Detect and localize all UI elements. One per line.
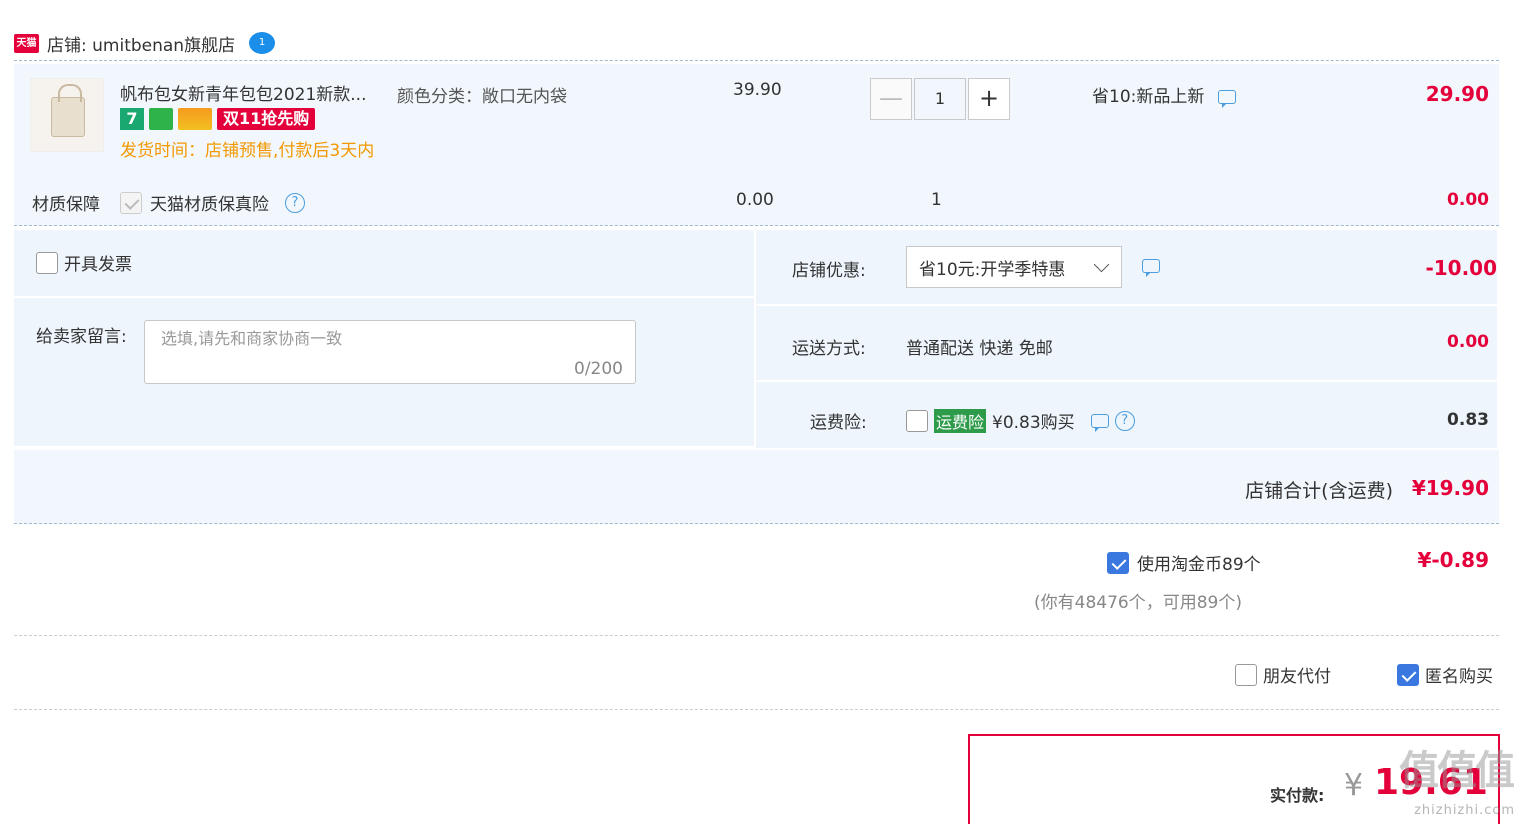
pay-currency: ¥ xyxy=(1344,768,1364,803)
divider xyxy=(14,709,1499,710)
shipping-label: 运送方式: xyxy=(792,339,866,359)
shipping-amount: 0.00 xyxy=(1447,332,1489,352)
divider xyxy=(14,60,1499,61)
product-badges: 7 双11抢先购 xyxy=(120,108,316,130)
insurance-price: 0.00 xyxy=(736,190,774,210)
freight-insurance-section: 运费险: 运费险 ¥0.83购买 ? 0.83 xyxy=(756,382,1497,448)
discount-comment xyxy=(1142,256,1160,277)
insurance-label: 材质保障 xyxy=(32,195,100,215)
divider xyxy=(14,635,1499,636)
freight-insurance-option: 运费险 ¥0.83购买 ? xyxy=(906,408,1135,433)
anonymous-option: 匿名购买 xyxy=(1397,662,1493,687)
discount-selected-value: 省10元:开学季特惠 xyxy=(919,259,1066,280)
qty-plus-button[interactable]: + xyxy=(968,78,1010,120)
invoice-section: 开具发票 xyxy=(14,230,754,296)
insurance-option: 天猫材质保真险 ? xyxy=(120,190,305,215)
coins-amount: ¥-0.89 xyxy=(1417,548,1489,572)
shop-header: 天猫 店铺: umitbenan旗舰店 1 xyxy=(14,26,276,60)
pay-label: 实付款: xyxy=(1270,786,1325,805)
freight-insurance-label: 运费险: xyxy=(810,413,867,433)
shop-total-amount: ¥19.90 xyxy=(1411,476,1489,500)
qty-input[interactable]: 1 xyxy=(914,78,966,120)
anonymous-label: 匿名购买 xyxy=(1425,667,1493,687)
quantity-stepper: — 1 + xyxy=(870,78,1010,120)
message-counter: 0/200 xyxy=(574,359,623,379)
shipping-value: 普通配送 快递 免邮 xyxy=(906,339,1053,359)
credit-card-badge-icon xyxy=(178,108,212,130)
discount-select[interactable]: 省10元:开学季特惠 xyxy=(906,246,1122,288)
anonymous-checkbox[interactable] xyxy=(1397,663,1419,686)
discount-label: 店铺优惠: xyxy=(792,261,866,281)
tmall-logo: 天猫 xyxy=(14,33,39,53)
friend-pay-option: 朋友代付 xyxy=(1235,662,1331,687)
watermark-logo: 值值值 xyxy=(1399,748,1515,794)
message-label: 给卖家留言: xyxy=(36,327,127,347)
freight-insurance-text: ¥0.83购买 xyxy=(992,413,1075,433)
freight-insurance-tag: 运费险 xyxy=(934,408,987,433)
product-thumbnail[interactable] xyxy=(30,78,104,152)
comment-icon[interactable] xyxy=(1090,413,1109,432)
item-promo-text: 省10:新品上新 xyxy=(1092,87,1205,107)
message-input[interactable] xyxy=(161,329,601,348)
shop-total-section: 店铺合计(含运费) ¥19.90 xyxy=(14,450,1499,524)
coins-checkbox[interactable] xyxy=(1107,551,1129,574)
freight-insurance-amount: 0.83 xyxy=(1447,410,1489,430)
insurance-checkbox[interactable] xyxy=(120,191,142,214)
shop-name-link[interactable]: 店铺: umitbenan旗舰店 xyxy=(47,31,235,56)
insurance-name: 天猫材质保真险 xyxy=(150,195,269,215)
invoice-checkbox[interactable] xyxy=(36,251,58,274)
help-icon[interactable]: ? xyxy=(1114,410,1135,431)
comment-icon[interactable] xyxy=(1217,90,1236,108)
invoice-label: 开具发票 xyxy=(64,255,132,275)
freight-insurance-checkbox[interactable] xyxy=(906,409,928,432)
insurance-subtotal: 0.00 xyxy=(1447,190,1489,210)
discount-amount: -10.00 xyxy=(1425,256,1497,280)
item-subtotal: 29.90 xyxy=(1425,82,1489,106)
invoice-option: 开具发票 xyxy=(36,250,132,275)
order-item-row: 帆布包女新青年包包2021新款... 颜色分类：敞口无内袋 7 双11抢先购 发… xyxy=(14,64,1499,226)
friend-pay-checkbox[interactable] xyxy=(1235,663,1257,686)
unit-price: 39.90 xyxy=(733,80,782,100)
help-icon[interactable]: ? xyxy=(285,192,305,213)
comment-icon[interactable] xyxy=(1142,259,1160,277)
shop-total-label: 店铺合计(含运费) xyxy=(1245,480,1393,502)
chevron-down-icon xyxy=(1093,256,1110,273)
watermark-text: zhizhizhi.com xyxy=(1414,803,1515,818)
double11-badge: 双11抢先购 xyxy=(217,108,316,130)
friend-pay-label: 朋友代付 xyxy=(1263,667,1331,687)
item-promo: 省10:新品上新 xyxy=(1092,82,1236,108)
message-box: 0/200 xyxy=(144,320,636,384)
insurance-quantity: 1 xyxy=(931,190,942,210)
gift-badge-icon xyxy=(149,108,173,130)
seven-day-return-badge: 7 xyxy=(120,108,144,130)
shipping-section: 运送方式: 普通配送 快递 免邮 0.00 xyxy=(756,306,1497,380)
coins-note: (你有48476个，可用89个) xyxy=(1034,593,1242,613)
product-title-link[interactable]: 帆布包女新青年包包2021新款... xyxy=(120,80,366,105)
chat-icon[interactable]: 1 xyxy=(249,32,276,54)
coins-label: 使用淘金币89个 xyxy=(1137,555,1261,575)
product-sku: 颜色分类：敞口无内袋 xyxy=(397,87,567,107)
qty-minus-button[interactable]: — xyxy=(870,78,912,120)
coins-option: 使用淘金币89个 xyxy=(1107,550,1261,575)
ship-time: 发货时间：店铺预售,付款后3天内 xyxy=(120,141,375,161)
discount-section: 店铺优惠: -10.00 xyxy=(756,230,1497,304)
bag-image xyxy=(51,84,85,137)
